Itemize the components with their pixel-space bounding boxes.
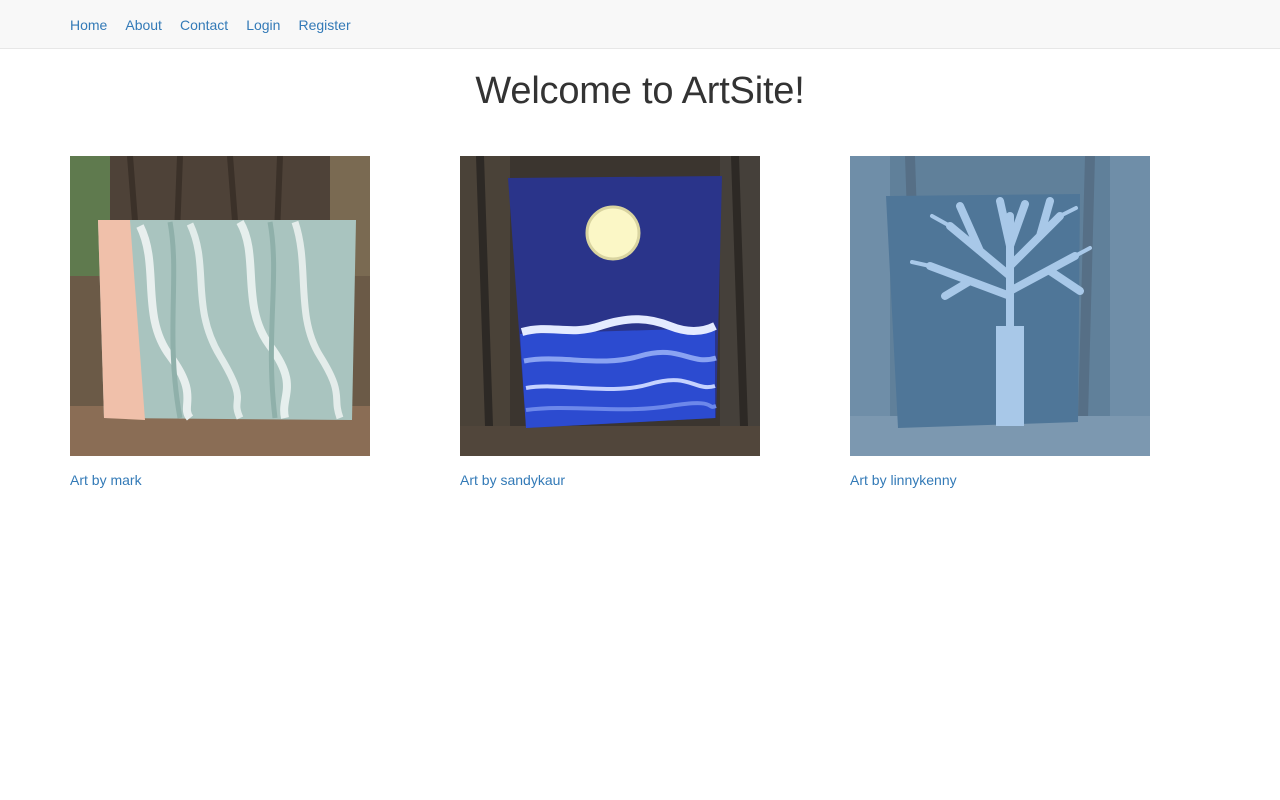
gallery-card: Art by linnykenny bbox=[850, 156, 1150, 488]
nav-home-link[interactable]: Home bbox=[70, 15, 107, 35]
gallery-card: Art by mark bbox=[70, 156, 370, 488]
nav-links: Home About Contact Login Register bbox=[70, 0, 351, 49]
ocean-waves-painting-image[interactable] bbox=[70, 156, 370, 456]
gallery-card: Art by sandykaur bbox=[460, 156, 760, 488]
bare-tree-painting-image[interactable] bbox=[850, 156, 1150, 456]
nav-login-link[interactable]: Login bbox=[246, 15, 280, 35]
navbar: Home About Contact Login Register bbox=[0, 0, 1280, 49]
artist-caption-link[interactable]: Art by linnykenny bbox=[850, 472, 1150, 488]
moon-over-sea-painting-image[interactable] bbox=[460, 156, 760, 456]
nav-about-link[interactable]: About bbox=[125, 15, 162, 35]
artist-caption-link[interactable]: Art by mark bbox=[70, 472, 370, 488]
artist-caption-link[interactable]: Art by sandykaur bbox=[460, 472, 760, 488]
nav-contact-link[interactable]: Contact bbox=[180, 15, 228, 35]
page-title: Welcome to ArtSite! bbox=[475, 70, 805, 112]
nav-register-link[interactable]: Register bbox=[298, 15, 350, 35]
